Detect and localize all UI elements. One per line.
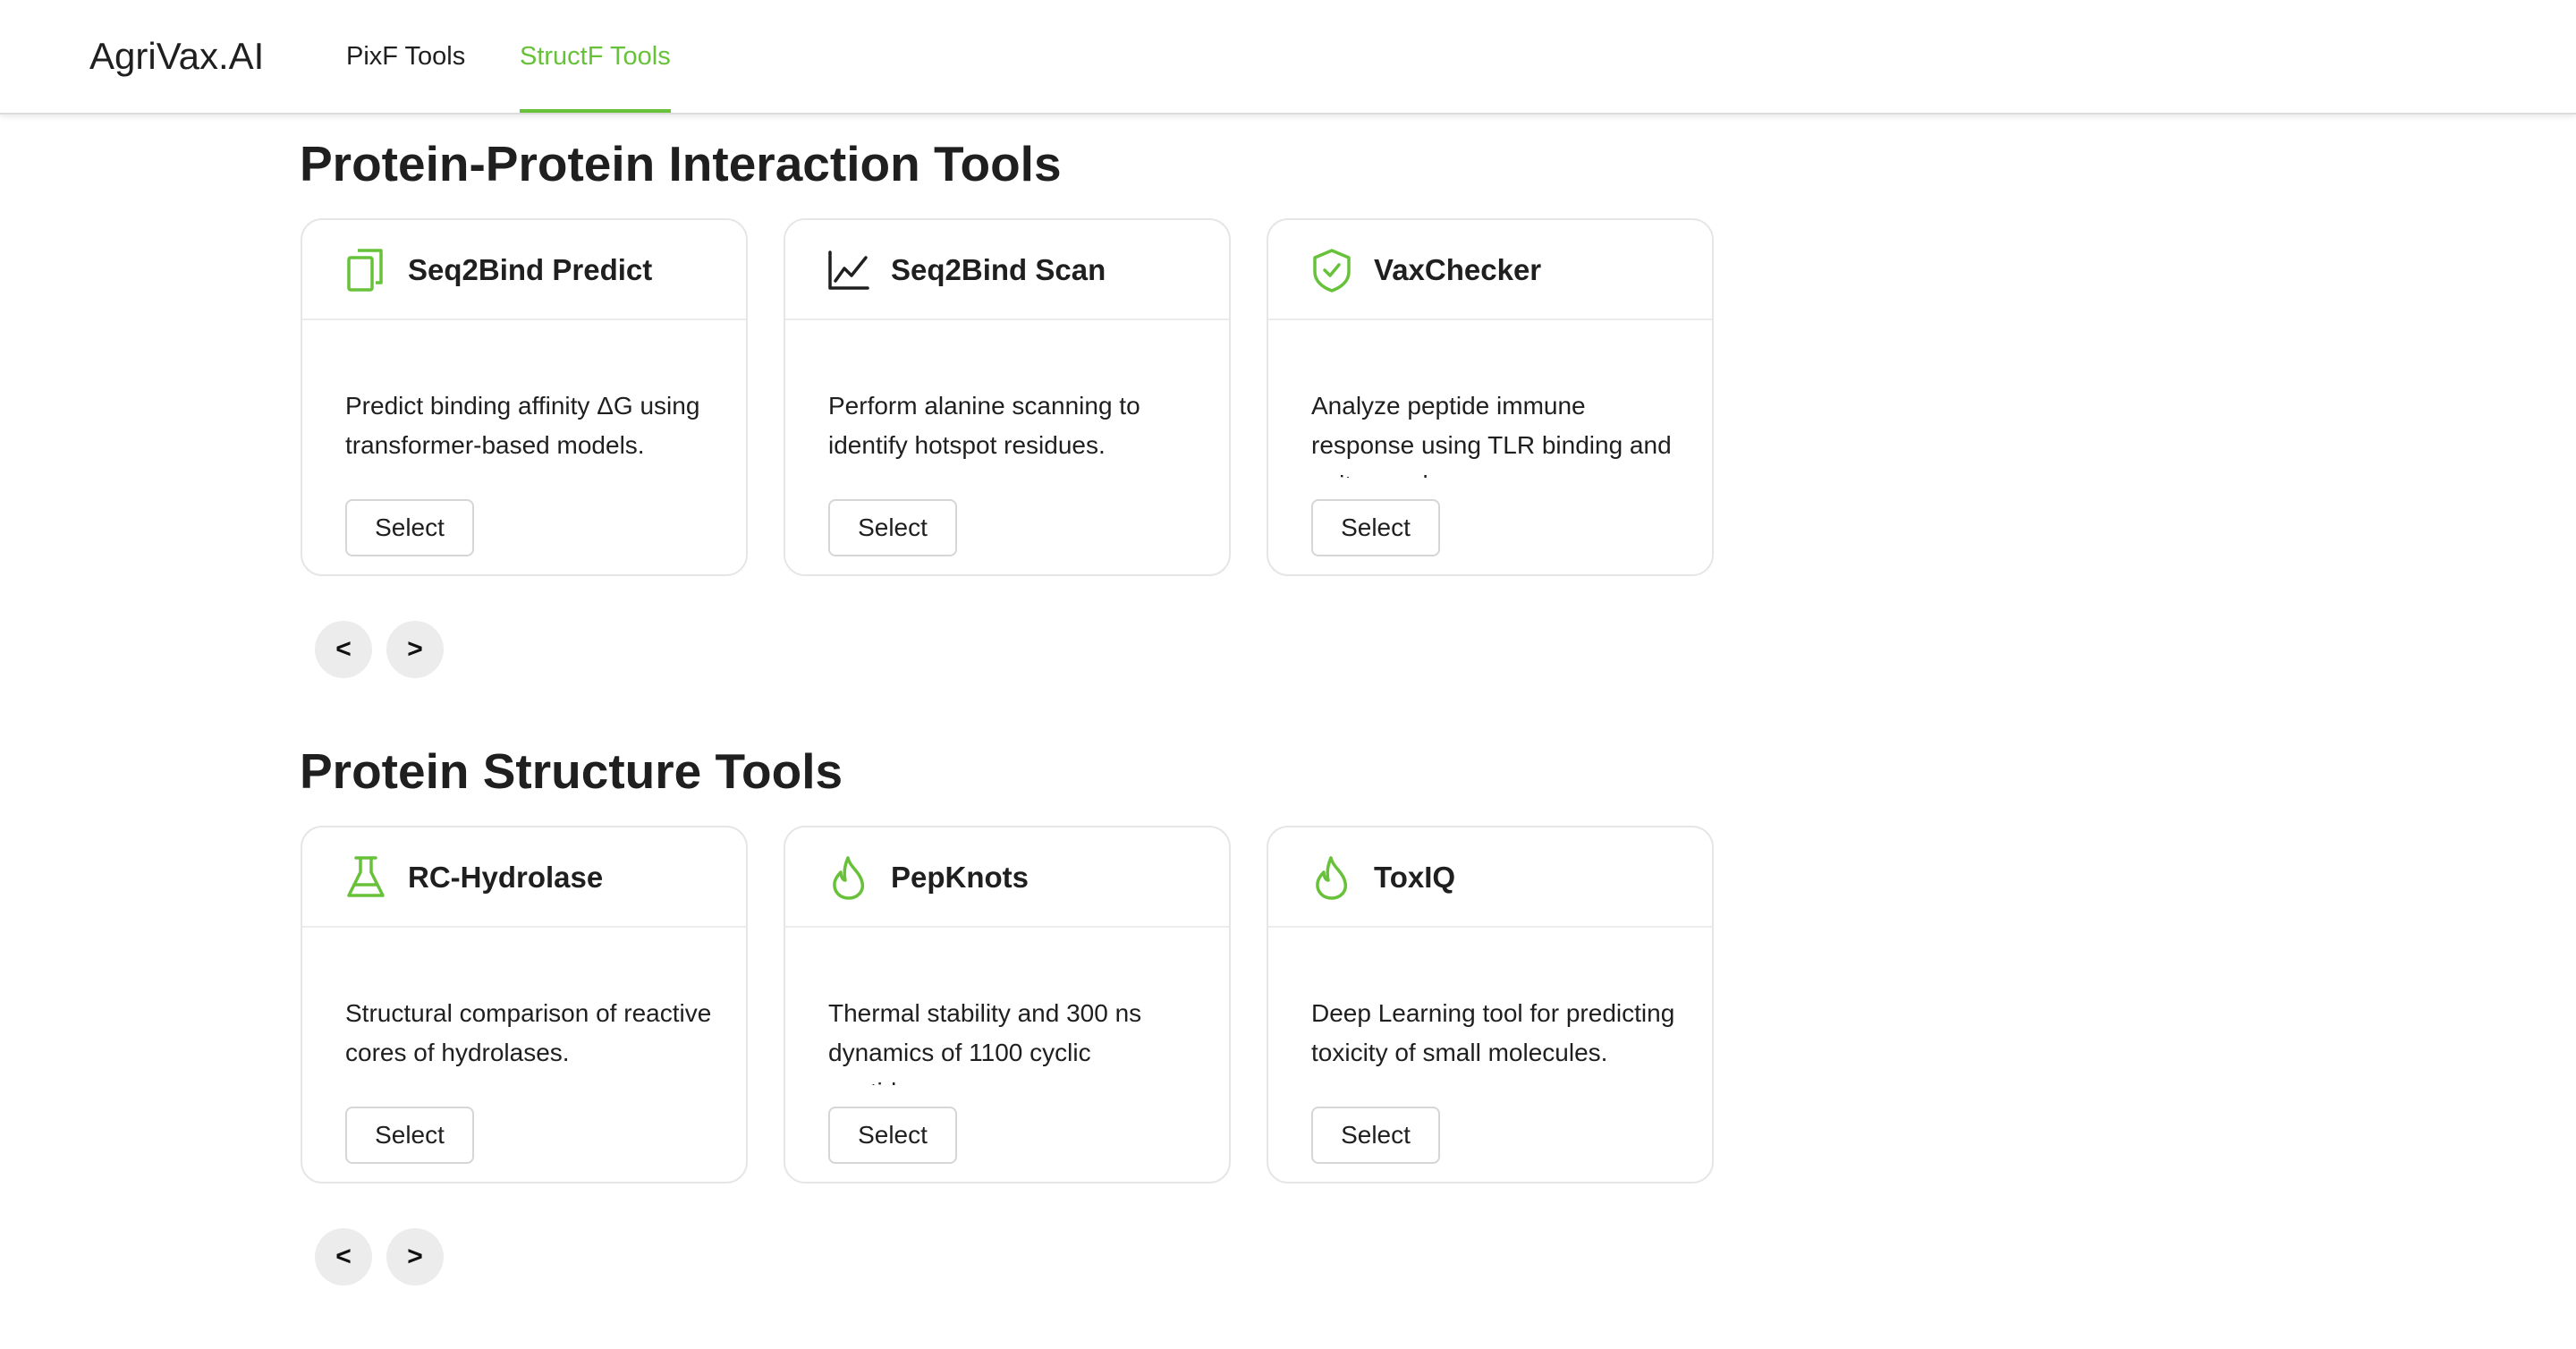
- carousel-next-button[interactable]: >: [386, 621, 444, 678]
- flame-icon: [826, 854, 871, 901]
- card-header: VaxChecker: [1268, 220, 1712, 320]
- card-header: Seq2Bind Scan: [785, 220, 1229, 320]
- carousel-prev-button[interactable]: <: [315, 621, 372, 678]
- tool-card-seq2bind-predict: Seq2Bind Predict Predict binding affinit…: [301, 218, 748, 576]
- card-description: Predict binding affinity ΔG using transf…: [345, 392, 700, 459]
- card-title: ToxIQ: [1374, 861, 1456, 894]
- tool-card-rc-hydrolase: RC-Hydrolase Structural comparison of re…: [301, 826, 748, 1184]
- select-button[interactable]: Select: [828, 1107, 957, 1164]
- tool-card-pepknots: PepKnots Thermal stability and 300 ns dy…: [784, 826, 1231, 1184]
- select-button[interactable]: Select: [345, 499, 474, 556]
- card-header: PepKnots: [785, 827, 1229, 928]
- card-description: Perform alanine scanning to identify hot…: [828, 392, 1140, 459]
- card-description: Analyze peptide immune response using TL…: [1311, 392, 1672, 478]
- card-description: Deep Learning tool for predicting toxici…: [1311, 999, 1675, 1066]
- section-title: Protein Structure Tools: [300, 743, 843, 799]
- card-description: Thermal stability and 300 ns dynamics of…: [828, 999, 1142, 1085]
- select-button[interactable]: Select: [828, 499, 957, 556]
- brand-logo[interactable]: AgriVax.AI: [89, 32, 264, 81]
- flame-icon: [1309, 854, 1354, 901]
- tool-card-seq2bind-scan: Seq2Bind Scan Perform alanine scanning t…: [784, 218, 1231, 576]
- select-button[interactable]: Select: [1311, 499, 1440, 556]
- line-chart-icon: [826, 247, 871, 293]
- tab-pixf-tools[interactable]: PixF Tools: [346, 39, 465, 113]
- card-title: Seq2Bind Scan: [891, 253, 1106, 286]
- tab-structf-tools[interactable]: StructF Tools: [520, 39, 671, 113]
- card-header: Seq2Bind Predict: [302, 220, 746, 320]
- card-title: RC-Hydrolase: [408, 861, 604, 894]
- card-header: ToxIQ: [1268, 827, 1712, 928]
- document-copy-icon: [343, 247, 388, 293]
- carousel-next-button[interactable]: >: [386, 1228, 444, 1285]
- card-title: PepKnots: [891, 861, 1030, 894]
- section-title: Protein-Protein Interaction Tools: [300, 136, 1062, 191]
- carousel-prev-button[interactable]: <: [315, 1228, 372, 1285]
- select-button[interactable]: Select: [1311, 1107, 1440, 1164]
- card-title: VaxChecker: [1374, 253, 1542, 286]
- card-title: Seq2Bind Predict: [408, 253, 653, 286]
- top-navbar: AgriVax.AI PixF Tools StructF Tools: [0, 0, 2576, 115]
- shield-check-icon: [1309, 247, 1354, 293]
- tool-card-toxiq: ToxIQ Deep Learning tool for predicting …: [1267, 826, 1714, 1184]
- select-button[interactable]: Select: [345, 1107, 474, 1164]
- flask-icon: [343, 854, 388, 901]
- card-description: Structural comparison of reactive cores …: [345, 999, 712, 1066]
- card-header: RC-Hydrolase: [302, 827, 746, 928]
- tool-card-vaxchecker: VaxChecker Analyze peptide immune respon…: [1267, 218, 1714, 576]
